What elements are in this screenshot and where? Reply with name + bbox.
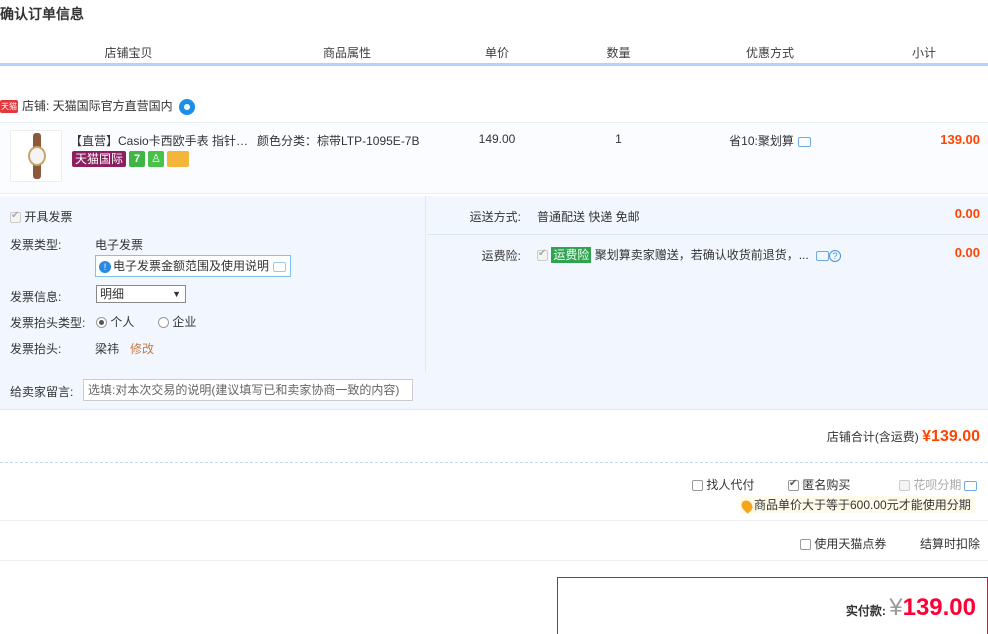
item-subtotal: 139.00 [940,132,980,147]
payment-amount: 139.00 [902,594,976,621]
anonymous-label: 匿名购买 [802,478,851,492]
column-header-label: 店铺宝贝 [104,46,153,60]
section-divider [0,462,988,463]
payment-label: 实付款: [845,604,886,618]
shipping-divider [427,234,988,235]
help-icon[interactable]: ? [829,249,842,262]
radio-personal-label: 个人 [110,315,135,329]
einvoice-notice-link[interactable]: ! 电子发票金额范围及使用说明 [95,255,292,277]
invoice-toggle[interactable]: 开具发票 [10,208,72,225]
invoice-type-value: 电子发票 [95,238,144,252]
shop-line: 天猫 店铺: 天猫国际官方直营国内 [0,96,195,116]
payment-total: 实付款: ¥139.00 [846,594,976,622]
shop-name-link[interactable]: 店铺: 天猫国际官方直营国内 [22,99,173,113]
insurance-chat-icon[interactable] [816,250,830,261]
insurance-checkbox[interactable] [537,248,548,262]
shipping-label: 运送方式: [469,210,521,224]
page-title: 确认订单信息 [0,6,84,22]
invoice-info-label: 发票信息: [10,290,62,304]
huabei-note-text: 商品单价大于等于600.00元才能使用分期 [754,498,971,512]
column-header-shop-item: 店铺宝贝 [0,44,257,66]
notice-chat-icon [273,261,287,272]
radio-personal[interactable]: 个人 [96,313,134,330]
insurance-label: 运费险: [481,249,521,263]
einvoice-notice-text: 电子发票金额范围及使用说明 [113,259,270,273]
divider-line [0,560,988,561]
product-thumbnail[interactable] [10,130,62,182]
invoice-header-label: 发票抬头: [10,342,62,356]
invoice-modify-link[interactable]: 修改 [130,340,154,357]
invoice-header-value: 梁祎 [95,342,120,356]
discount-info-icon[interactable] [797,136,811,147]
tmall-coupon-option[interactable]: 使用天猫点券 [800,535,886,552]
tmall-badge-icon: 天猫 [0,100,18,114]
huabei-note: 商品单价大于等于600.00元才能使用分期 [739,496,975,514]
anonymous-option[interactable]: 匿名购买 [788,476,850,493]
location-pin-icon [739,498,755,514]
shipping-method: 普通配送 快递 免邮 [537,210,640,224]
column-header-unit-price: 单价 [437,44,557,66]
divider-line [0,520,988,521]
quantity-value: 1 [615,132,622,146]
huabei-checkbox[interactable] [899,480,910,492]
proxy-pay-label: 找人代付 [706,478,755,492]
insurance-option: 运费险 聚划算卖家赠送，若确认收货前退货，... ? [537,246,842,263]
huabei-chat-icon[interactable] [964,480,978,491]
insurance-price: 0.00 [954,245,980,260]
shop-total-value: ¥139.00 [922,428,980,445]
radio-enterprise[interactable]: 企业 [158,313,196,330]
coupon-label: 使用天猫点券 [814,537,887,551]
anonymous-checkbox[interactable] [788,478,799,492]
proxy-pay-checkbox[interactable] [692,480,703,492]
huabei-label: 花呗分期 [913,478,962,492]
watch-image-face [28,146,46,166]
column-header-label: 优惠方式 [745,46,794,60]
shipping-price: 0.00 [954,206,980,221]
coupon-checkbox[interactable] [800,539,811,551]
info-icon: ! [99,260,111,273]
discount-method: 省10:聚划算 [680,132,860,149]
column-header-attributes: 商品属性 [257,44,437,66]
product-title-link[interactable]: 【直营】Casio卡西欧手表 指针… [70,132,252,149]
message-label: 给卖家留言: [10,385,74,399]
currency-symbol: ¥ [889,594,903,621]
invoice-type-label: 发票类型: [10,238,62,252]
unit-price: 149.00 [478,132,516,146]
column-header-discount: 优惠方式 [680,44,860,66]
column-header-quantity: 数量 [557,44,680,66]
invoice-info-selected: 明细 [100,287,125,301]
radio-personal-button[interactable] [96,317,107,329]
shop-total: 店铺合计(含运费) ¥139.00 [827,428,980,446]
seven-day-return-icon: 7 [129,151,146,167]
invoice-toggle-label: 开具发票 [24,210,73,224]
coupon-note: 结算时扣除 [919,537,980,551]
shop-total-label: 店铺合计(含运费) [826,430,919,444]
invoice-info-select[interactable]: 明细 ▼ [96,285,186,303]
radio-enterprise-button[interactable] [158,317,169,329]
invoice-header-type-label: 发票抬头类型: [10,316,86,330]
product-tags: 天猫国际 7 ♙ [72,151,192,167]
huabei-option[interactable]: 花呗分期 [899,476,978,493]
column-header-label: 小计 [911,46,936,60]
seller-message-input[interactable]: 选填:对本次交易的说明(建议填写已和卖家协商一致的内容) [83,379,413,401]
insurance-text: 聚划算卖家赠送，若确认收货前退货，... [594,248,809,262]
column-header-label: 商品属性 [322,46,371,60]
column-header-label: 单价 [484,46,509,60]
column-header-label: 数量 [606,46,631,60]
radio-enterprise-label: 企业 [172,315,197,329]
product-attribute: 颜色分类：棕带LTP-1095E-7B [257,134,420,148]
discount-label: 省10:聚划算 [729,134,794,148]
credit-card-icon [167,151,190,167]
tmall-intl-tag: 天猫国际 [72,151,127,167]
guarantee-icon: ♙ [148,151,165,167]
insurance-tag: 运费险 [551,247,592,263]
wangwang-chat-icon[interactable] [178,98,195,115]
proxy-pay-option[interactable]: 找人代付 [692,476,754,493]
invoice-checkbox[interactable] [10,210,21,224]
dropdown-arrow-icon: ▼ [172,289,181,299]
column-header-subtotal: 小计 [860,44,988,66]
